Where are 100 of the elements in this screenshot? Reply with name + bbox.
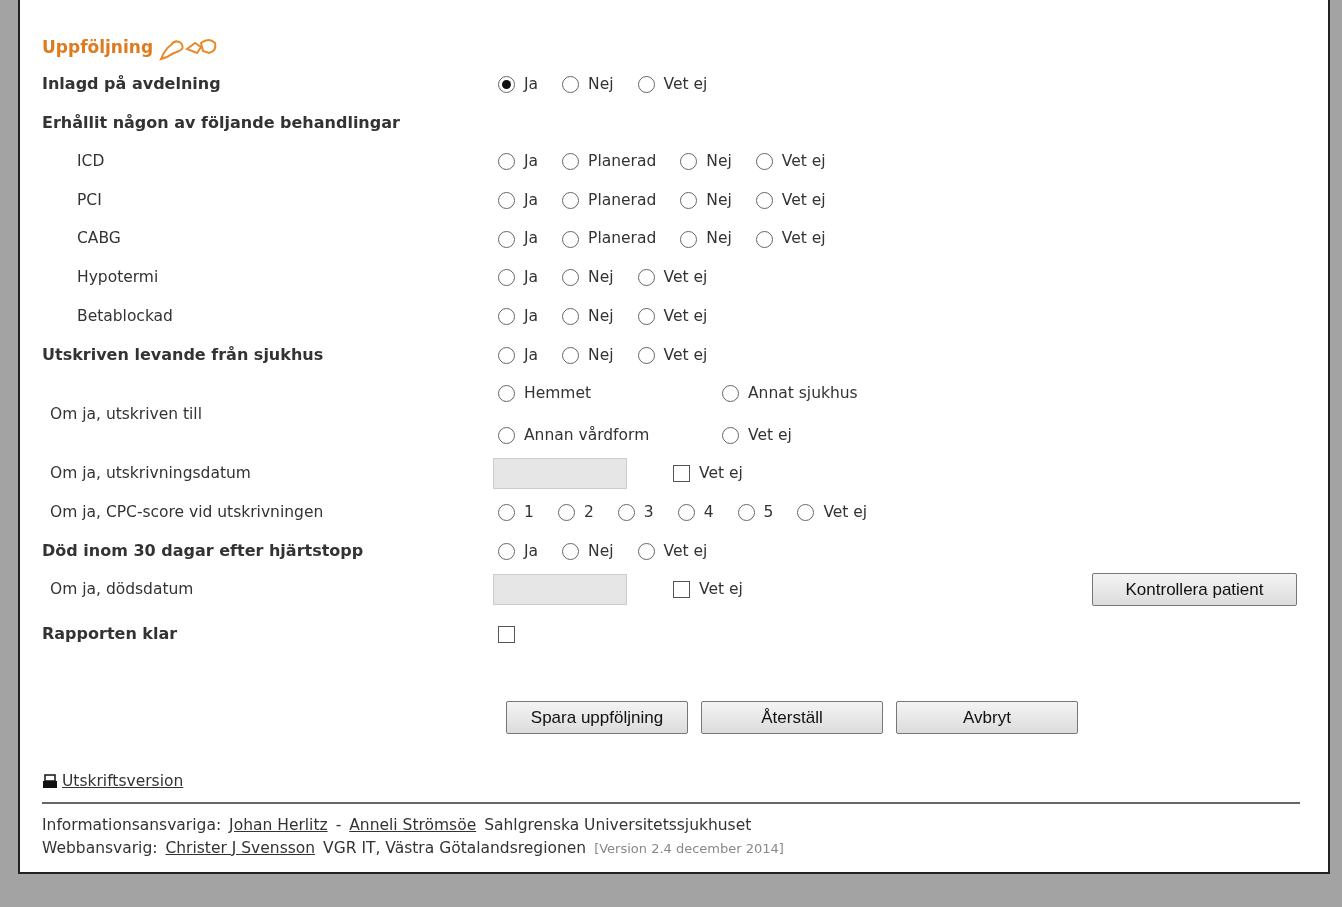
radio-button[interactable]	[637, 542, 655, 560]
option-label: Vet ej	[663, 267, 708, 289]
radio-button[interactable]	[637, 346, 655, 364]
option-label: Nej	[588, 540, 614, 562]
checkbox[interactable]	[498, 625, 515, 643]
radio-button[interactable]	[562, 191, 580, 209]
checkbox[interactable]	[673, 581, 690, 599]
field-label: Erhållit någon av följande behandlingar	[42, 113, 400, 133]
option-label: Ja	[524, 151, 539, 173]
radio-button[interactable]	[755, 191, 773, 209]
field-label: Om ja, dödsdatum	[50, 580, 194, 599]
radio-button[interactable]	[755, 230, 773, 248]
option-label: Nej	[588, 305, 614, 327]
radio-button[interactable]	[562, 75, 580, 93]
form-button[interactable]: Återställ	[701, 701, 883, 735]
option-label: Ja	[524, 344, 539, 366]
radio-button[interactable]	[722, 385, 739, 403]
radio-button[interactable]	[722, 426, 739, 444]
radio-button[interactable]	[562, 346, 580, 364]
radio-button[interactable]	[498, 346, 515, 364]
option-label: Nej	[588, 344, 614, 366]
checkbox[interactable]	[673, 465, 690, 483]
option-label: Vet ej	[823, 501, 868, 523]
option-label: Vet ej	[748, 424, 792, 446]
option-label: Nej	[588, 73, 614, 95]
footer-text: Sahlgrenska Universitetssjukhuset	[484, 814, 752, 836]
option-label: Ja	[524, 228, 539, 250]
radio-button[interactable]	[498, 153, 515, 171]
field-label: Rapporten klar	[42, 624, 178, 644]
option-label: Vet ej	[781, 228, 826, 250]
field-label: Inlagd på avdelning	[42, 74, 221, 94]
option-label: Hemmet	[524, 383, 591, 405]
form-button[interactable]: Avbryt	[896, 701, 1078, 735]
check-patient-button[interactable]: Kontrollera patient	[1092, 573, 1297, 607]
field-label: Om ja, CPC-score vid utskrivningen	[50, 502, 324, 521]
radio-button[interactable]	[498, 542, 515, 560]
option-label: 3	[643, 501, 654, 523]
footer-text: Webbansvarig:	[42, 837, 158, 859]
person-link[interactable]: Anneli Strömsöe	[349, 813, 477, 837]
radio-button[interactable]	[637, 307, 655, 325]
option-label: Vet ej	[663, 540, 708, 562]
field-label: Hypotermi	[77, 268, 159, 287]
radio-button[interactable]	[562, 153, 580, 171]
radio-button[interactable]	[498, 504, 515, 522]
option-label: Nej	[706, 189, 732, 211]
option-label: Ja	[524, 189, 539, 211]
radio-button[interactable]	[562, 307, 580, 325]
field-label: Död inom 30 dagar efter hjärtstopp	[42, 541, 364, 561]
option-label: Vet ej	[781, 151, 826, 173]
option-label: Nej	[706, 228, 732, 250]
radio-button[interactable]	[498, 269, 515, 287]
radio-button[interactable]	[680, 230, 698, 248]
option-label: Vet ej	[663, 344, 708, 366]
footer-text: Informationsansvariga:	[42, 814, 222, 836]
radio-button[interactable]	[677, 504, 695, 522]
radio-button[interactable]	[562, 269, 580, 287]
radio-button[interactable]	[498, 75, 515, 93]
option-label: Planerad	[588, 228, 657, 250]
radio-button[interactable]	[797, 504, 815, 522]
radio-button[interactable]	[562, 230, 580, 248]
form-button[interactable]: Spara uppföljning	[506, 701, 688, 735]
option-label: 2	[583, 501, 594, 523]
radio-button[interactable]	[498, 426, 515, 444]
print-version-link[interactable]: Utskriftsversion	[62, 770, 184, 794]
radio-button[interactable]	[498, 230, 515, 248]
date-field[interactable]	[493, 458, 627, 490]
field-label: PCI	[77, 190, 102, 209]
checkbox-label: Vet ej	[699, 579, 743, 601]
radio-button[interactable]	[637, 75, 655, 93]
radio-button[interactable]	[637, 269, 655, 287]
option-label: Nej	[588, 267, 614, 289]
radio-button[interactable]	[617, 504, 635, 522]
option-label: Ja	[524, 305, 539, 327]
radio-button[interactable]	[562, 542, 580, 560]
option-label: 4	[703, 501, 714, 523]
option-label: 5	[763, 501, 774, 523]
date-field[interactable]	[493, 574, 627, 606]
option-label: Vet ej	[663, 73, 708, 95]
checkbox-label: Vet ej	[699, 463, 743, 485]
radio-button[interactable]	[680, 153, 698, 171]
field-label: ICD	[77, 152, 105, 171]
option-label: Planerad	[588, 151, 657, 173]
field-label: CABG	[77, 229, 121, 248]
section-title: Uppföljning	[42, 36, 154, 60]
footer-text: -	[335, 814, 342, 836]
person-link[interactable]: Johan Herlitz	[229, 813, 328, 837]
radio-button[interactable]	[755, 153, 773, 171]
option-label: 1	[524, 501, 534, 523]
radio-button[interactable]	[498, 191, 515, 209]
option-label: Vet ej	[781, 189, 826, 211]
option-label: Planerad	[588, 189, 657, 211]
radio-button[interactable]	[680, 191, 698, 209]
radio-button[interactable]	[737, 504, 755, 522]
radio-button[interactable]	[498, 385, 515, 403]
radio-button[interactable]	[498, 307, 515, 325]
option-label: Ja	[524, 267, 539, 289]
person-link[interactable]: Christer J Svensson	[165, 836, 316, 860]
option-label: Annat sjukhus	[748, 383, 858, 405]
version-text: [Version 2.4 december 2014]	[594, 839, 784, 858]
radio-button[interactable]	[557, 504, 575, 522]
